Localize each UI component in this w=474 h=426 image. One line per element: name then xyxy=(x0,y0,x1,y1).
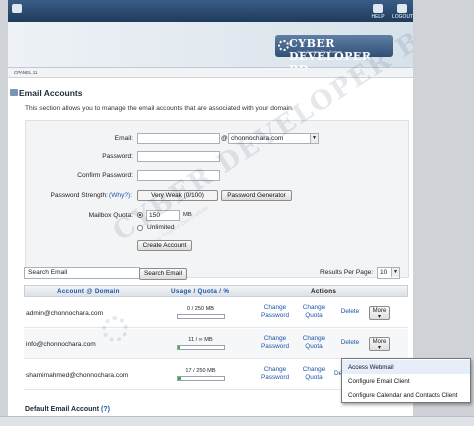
email-label: Email: xyxy=(114,135,133,142)
help-label: HELP xyxy=(371,14,385,20)
chevron-down-icon: ▾ xyxy=(377,314,381,320)
more-button[interactable]: More ▾ xyxy=(369,306,390,320)
column-usage[interactable]: Usage / Quota / % xyxy=(171,288,229,295)
usage-text: 17 / 250 MB xyxy=(185,368,216,374)
chevron-down-icon: ▼ xyxy=(391,268,399,277)
account-address: admin@chonnochara.com xyxy=(26,310,104,317)
more-button[interactable]: More ▾ xyxy=(369,337,390,351)
chevron-down-icon: ▾ xyxy=(377,345,381,351)
search-input[interactable]: Search Email xyxy=(24,267,140,279)
more-actions-menu: Access Webmail Configure Email Client Co… xyxy=(341,358,471,403)
menu-item-configure-calendar[interactable]: Configure Calendar and Contacts Client xyxy=(342,388,470,402)
usage-text: 0 / 250 MB xyxy=(186,306,215,312)
create-account-button[interactable]: Create Account xyxy=(137,240,192,251)
brand-tagline: Your Trusted Dev Partner xyxy=(297,49,342,54)
email-field[interactable] xyxy=(137,133,220,144)
confirm-password-label: Confirm Password: xyxy=(77,172,133,179)
results-per-page-value: 10 xyxy=(380,269,388,276)
change-password-link[interactable]: Change Password xyxy=(258,304,292,320)
account-address: shamimahmed@chonnochara.com xyxy=(26,372,129,379)
results-per-page-label: Results Per Page: xyxy=(320,269,374,276)
column-actions: Actions xyxy=(311,288,337,295)
password-label: Password: xyxy=(102,153,133,160)
home-icon[interactable] xyxy=(9,4,25,14)
default-account-label: Default Email Account xyxy=(25,406,100,413)
change-quota-link[interactable]: Change Quota xyxy=(300,335,328,351)
watermark-gear-icon xyxy=(102,316,128,342)
top-navigation-bar: HELP LOGOUT xyxy=(8,0,413,22)
logout-button[interactable]: LOGOUT xyxy=(392,4,414,20)
change-password-link[interactable]: Change Password xyxy=(258,335,292,351)
account-address: info@chonnochara.com xyxy=(26,341,96,348)
add-account-form: Email: @ chonnochara.com ▼ Password: Con… xyxy=(25,120,409,278)
table-row: admin@chonnochara.com 0 / 250 MB Change … xyxy=(24,298,408,328)
page-title: Email Accounts xyxy=(19,88,83,98)
usage-text: 11 / ∞ MB xyxy=(188,337,213,343)
menu-item-access-webmail[interactable]: Access Webmail xyxy=(342,360,470,374)
usage-bar-fill xyxy=(178,377,182,380)
change-quota-link[interactable]: Change Quota xyxy=(300,304,328,320)
usage-bar xyxy=(177,345,225,350)
accounts-table-header: Account @ Domain Usage / Quota / % Actio… xyxy=(24,285,408,297)
mail-icon xyxy=(10,89,18,96)
why-link[interactable]: (Why?): xyxy=(109,192,133,199)
delete-link[interactable]: Delete xyxy=(338,339,362,347)
at-sign: @ xyxy=(221,135,228,142)
password-strength-label: Password Strength: xyxy=(50,192,108,199)
chevron-down-icon: ▼ xyxy=(310,134,318,143)
usage-bar xyxy=(177,314,225,319)
header-banner: CYBER DEVELOPER BD Your Trusted Dev Part… xyxy=(8,22,413,76)
breadcrumb-home-link[interactable]: CPANEL 11 xyxy=(14,70,37,75)
change-quota-link[interactable]: Change Quota xyxy=(300,366,328,382)
usage-bar-fill xyxy=(178,346,181,349)
status-bar xyxy=(0,416,474,426)
page-description: This section allows you to manage the em… xyxy=(25,105,294,112)
menu-item-configure-email-client[interactable]: Configure Email Client xyxy=(342,374,470,388)
search-email-button[interactable]: Search Email xyxy=(139,268,187,280)
change-password-link[interactable]: Change Password xyxy=(258,366,292,382)
default-account-title: Default Email Account (?) xyxy=(25,406,110,413)
column-account[interactable]: Account @ Domain xyxy=(57,288,120,295)
logout-label: LOGOUT xyxy=(392,14,414,20)
results-per-page-select[interactable]: 10 ▼ xyxy=(377,267,400,279)
table-row: info@chonnochara.com 11 / ∞ MB Change Pa… xyxy=(24,329,408,359)
delete-link[interactable]: Delete xyxy=(338,308,362,316)
help-button[interactable]: HELP xyxy=(370,4,386,20)
password-generator-button[interactable]: Password Generator xyxy=(221,190,292,201)
gear-icon xyxy=(278,40,289,51)
usage-bar xyxy=(177,376,225,381)
default-account-help-link[interactable]: (?) xyxy=(101,406,110,413)
